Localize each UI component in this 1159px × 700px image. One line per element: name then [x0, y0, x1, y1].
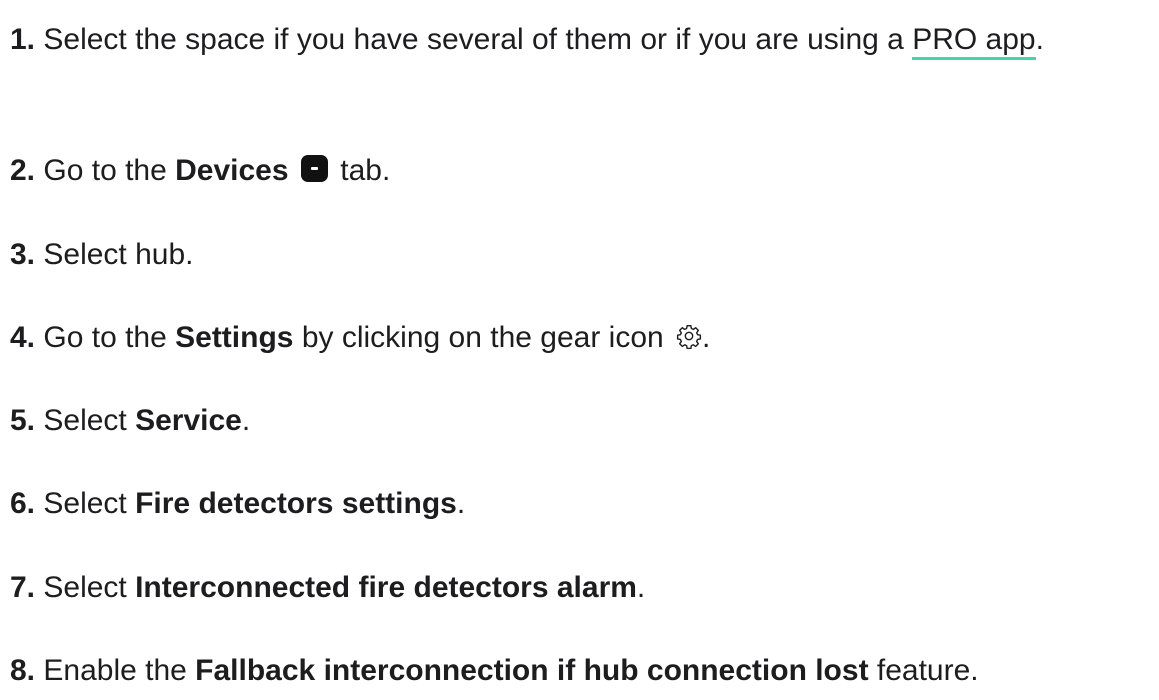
- step-5: 5. Select Service.: [10, 398, 250, 444]
- gear-icon: [676, 325, 702, 349]
- step-text: Select: [43, 487, 136, 520]
- step-text-end: .: [636, 571, 646, 604]
- step-2: 2. Go to the Devices tab.: [10, 148, 390, 194]
- step-text-end: .: [1035, 23, 1044, 56]
- step-text: Enable the: [43, 654, 196, 687]
- step-text-end: tab.: [331, 154, 391, 187]
- step-8: 8. Enable the Fallback interconnection i…: [10, 648, 979, 694]
- step-number: 7.: [10, 571, 36, 604]
- step-4: 4. Go to the Settings by clicking on the…: [10, 315, 710, 361]
- step-text-end: feature.: [868, 654, 979, 687]
- step-text-end: .: [241, 404, 251, 437]
- step-number: 4.: [10, 321, 36, 354]
- step-3: 3. Select hub.: [10, 232, 193, 278]
- devices-label: Devices: [175, 154, 289, 187]
- devices-icon: [300, 155, 328, 182]
- step-number: 3.: [10, 238, 36, 271]
- step-text: Select the space if you have several of …: [43, 23, 913, 56]
- step-number: 2.: [10, 154, 36, 187]
- step-7: 7. Select Interconnected fire detectors …: [10, 565, 645, 611]
- step-number: 5.: [10, 404, 36, 437]
- step-text: Select hub.: [43, 238, 194, 271]
- service-label: Service: [135, 404, 242, 437]
- step-text: Select: [43, 404, 136, 437]
- step-number: 8.: [10, 654, 36, 687]
- step-text: Go to the: [43, 154, 176, 187]
- step-text-end: .: [456, 487, 466, 520]
- step-text: Go to the: [43, 321, 176, 354]
- instruction-steps: 1. Select the space if you have several …: [0, 0, 1159, 700]
- step-text: Select: [43, 571, 136, 604]
- fire-detectors-settings-label: Fire detectors settings: [135, 487, 457, 520]
- fallback-interconnection-label: Fallback interconnection if hub connecti…: [195, 654, 869, 687]
- step-text-mid: by clicking on the gear icon: [293, 321, 673, 354]
- pro-app-link[interactable]: PRO app: [912, 23, 1036, 60]
- step-6: 6. Select Fire detectors settings.: [10, 481, 465, 527]
- interconnected-alarm-label: Interconnected fire detectors alarm: [135, 571, 637, 604]
- step-number: 6.: [10, 487, 36, 520]
- step-number: 1.: [10, 23, 36, 56]
- step-1: 1. Select the space if you have several …: [10, 10, 1155, 69]
- settings-label: Settings: [175, 321, 294, 354]
- step-text-end: .: [702, 321, 711, 354]
